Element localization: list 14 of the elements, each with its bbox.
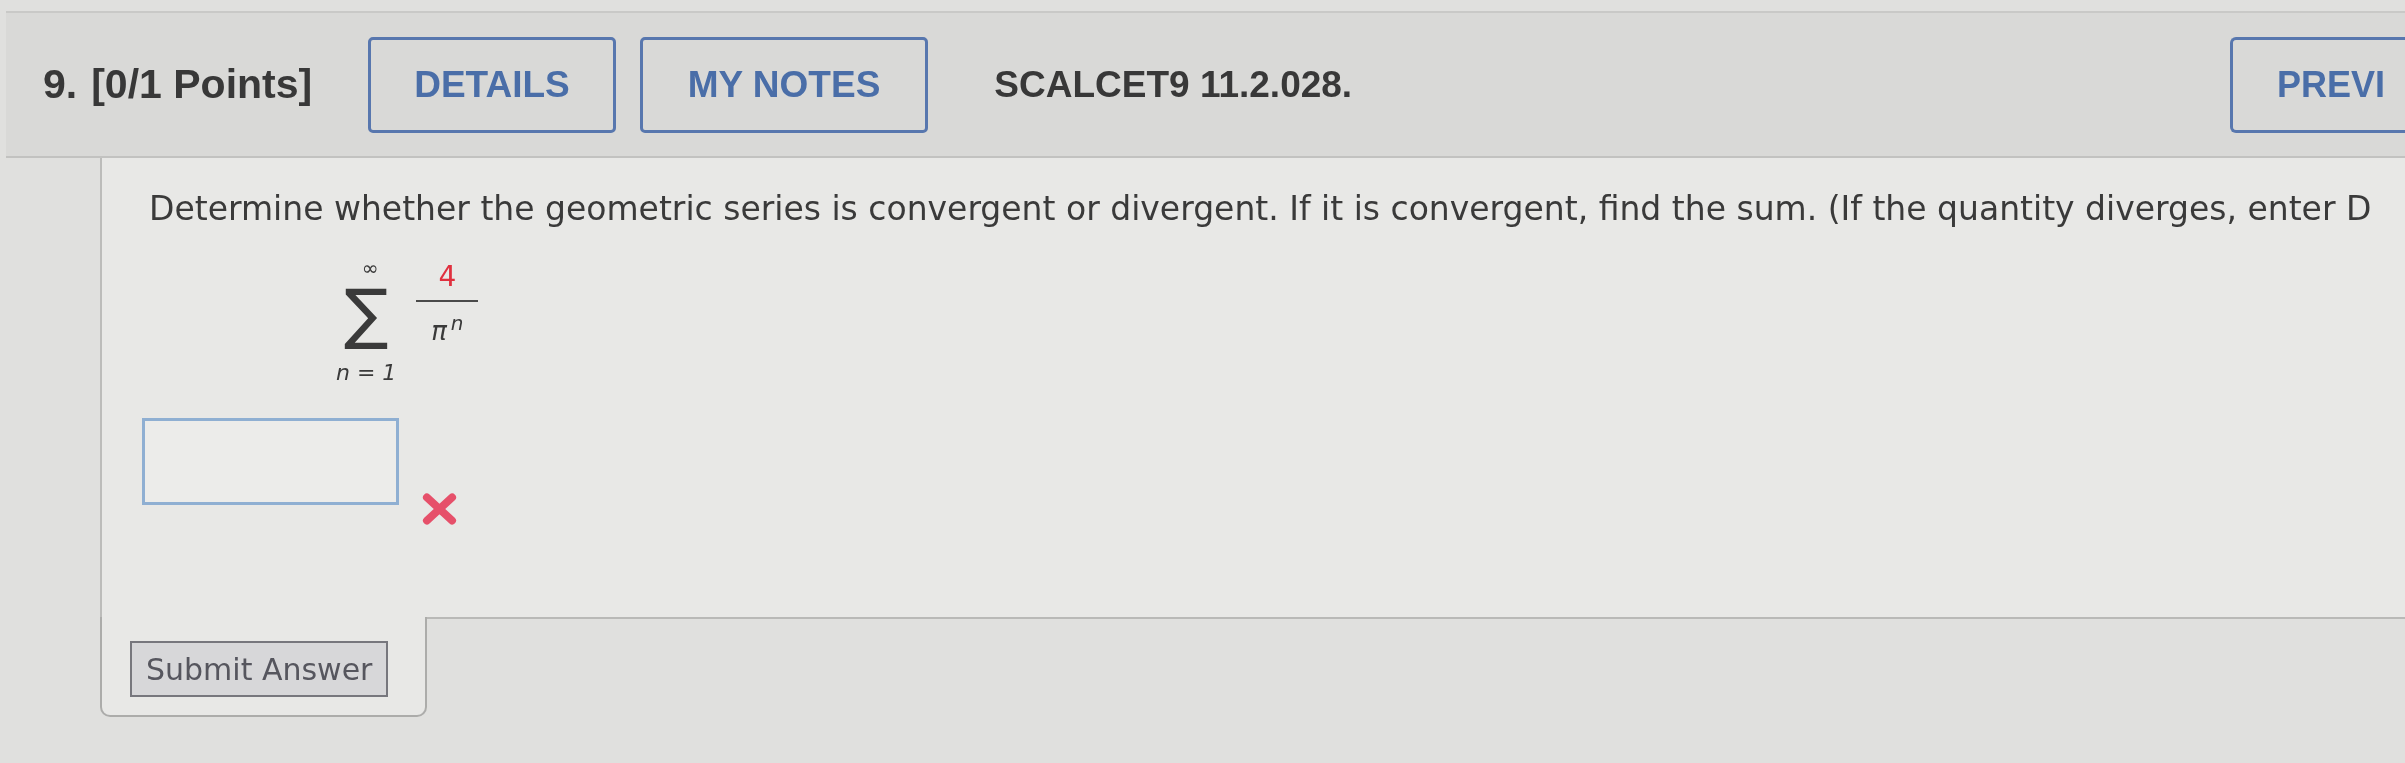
previous-button[interactable]: PREVI: [2230, 36, 2405, 133]
question-text: Determine whether the geometric series is convergent or divergent. If it is convergent, find the sum. (If the quantity diverges, enter D: [149, 190, 2373, 228]
answer-field[interactable]: [142, 418, 399, 505]
submit-button[interactable]: Submit Answer: [130, 641, 389, 697]
points-score: [0/1 Points]: [91, 61, 313, 108]
denominator: π$^{n}$: [431, 310, 464, 346]
summation-sign: ∑: [343, 278, 389, 350]
my-notes-button[interactable]: MY NOTES: [639, 36, 929, 133]
numerator: 4: [438, 262, 457, 292]
lower-limit: n = 1: [336, 360, 397, 386]
question-number: 9.: [43, 61, 78, 108]
question-code: SCALCET9 11.2.028.: [994, 63, 1353, 106]
details-button[interactable]: DETAILS: [368, 36, 616, 133]
upper-limit: ∞: [361, 258, 379, 278]
